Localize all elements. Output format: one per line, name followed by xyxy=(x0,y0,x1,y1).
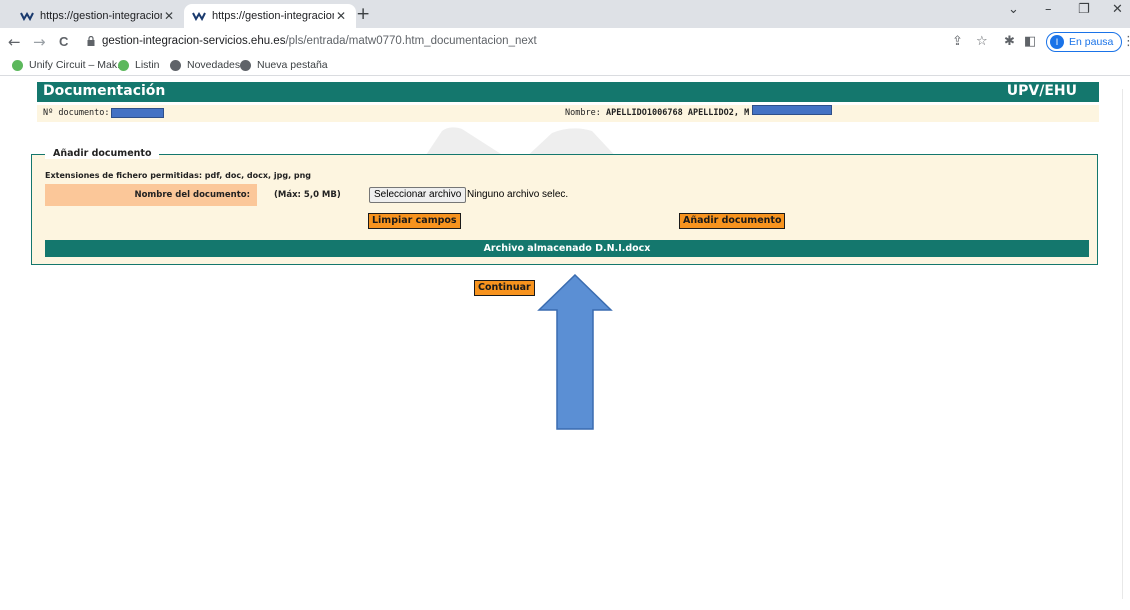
back-button[interactable]: ← xyxy=(8,33,21,51)
tab-title: https://gestion-integracion-servi xyxy=(40,10,162,22)
extensions-icon[interactable]: ✱ xyxy=(1004,34,1015,49)
select-file-button[interactable]: Seleccionar archivo xyxy=(369,187,467,203)
continue-button[interactable]: Continuar xyxy=(474,280,535,296)
ehu-favicon-icon xyxy=(20,10,34,22)
page-scrollbar[interactable] xyxy=(1120,77,1130,610)
user-info-bar: Nº documento: 1 Nombre: APELLIDO1006768 … xyxy=(37,105,1099,122)
page-content: Documentación UPV/EHU Nº documento: 1 No… xyxy=(0,77,1130,610)
forward-button[interactable]: → xyxy=(33,33,46,51)
bookmark-nueva-pestana[interactable]: Nueva pestaña xyxy=(240,59,328,71)
name-label: Nombre: xyxy=(565,108,601,118)
url-host: gestion-integracion-servicios.ehu.es xyxy=(102,35,286,47)
new-tab-button[interactable]: + xyxy=(356,4,370,24)
profile-avatar: I xyxy=(1050,35,1064,49)
browser-tab-2[interactable]: https://gestion-integracion-servi ✕ xyxy=(184,4,356,28)
org-name: UPV/EHU xyxy=(1006,83,1077,99)
tab-close-icon[interactable]: ✕ xyxy=(162,9,176,23)
restore-button[interactable]: ❐ xyxy=(1078,2,1090,17)
profile-status: En pausa xyxy=(1069,36,1114,48)
redaction-box xyxy=(111,108,164,118)
unify-icon xyxy=(12,59,23,71)
name-value: APELLIDO1006768 APELLIDO2, M xyxy=(605,108,750,118)
minimize-button[interactable]: – xyxy=(1045,2,1052,17)
file-status: Ninguno archivo selec. xyxy=(467,189,569,200)
ehu-favicon-icon xyxy=(192,10,206,22)
doc-name-label-cell: Nombre del documento: xyxy=(45,184,257,206)
bookmark-label: Novedades xyxy=(187,59,241,71)
bookmark-listin[interactable]: Listin xyxy=(118,59,160,71)
tab-title: https://gestion-integracion-servi xyxy=(212,10,334,22)
scrollbar-thumb[interactable] xyxy=(1122,89,1128,599)
bookmark-star-icon[interactable]: ☆ xyxy=(976,34,988,49)
url-text: gestion-integracion-servicios.ehu.es/pls… xyxy=(102,35,537,47)
bookmark-label: Listin xyxy=(135,59,160,71)
redaction-box xyxy=(752,105,832,115)
page-title: Documentación xyxy=(43,83,166,99)
bookmark-novedades[interactable]: Novedades xyxy=(170,59,240,71)
allowed-extensions: Extensiones de fichero permitidas: pdf, … xyxy=(45,171,312,180)
clear-fields-button[interactable]: Limpiar campos xyxy=(368,213,461,229)
listin-icon xyxy=(118,59,129,71)
lock-icon xyxy=(87,36,95,46)
bookmark-unify[interactable]: Unify Circuit – Mak... xyxy=(12,59,126,71)
doc-number-label: Nº documento: xyxy=(43,108,110,118)
side-panel-icon[interactable]: ◧ xyxy=(1024,34,1036,49)
stored-file-banner: Archivo almacenado D.N.I.docx xyxy=(45,240,1089,257)
tab-search-chevron-icon[interactable]: ⌄ xyxy=(1008,2,1019,17)
doc-number: Nº documento: 1 xyxy=(43,108,120,118)
tab-bar: https://gestion-integracion-servi ✕ http… xyxy=(0,0,1130,28)
reload-button[interactable]: C xyxy=(59,34,68,49)
bookmarks-bar: Unify Circuit – Mak... Listin Novedades … xyxy=(0,56,1130,76)
browser-toolbar: ← → C gestion-integracion-servicios.ehu.… xyxy=(0,28,1130,56)
add-document-button[interactable]: Añadir documento xyxy=(679,213,786,229)
add-document-legend: Añadir documento xyxy=(45,148,160,159)
close-window-button[interactable]: ✕ xyxy=(1112,2,1123,17)
share-icon[interactable]: ⇪ xyxy=(952,34,963,49)
address-bar[interactable]: gestion-integracion-servicios.ehu.es/pls… xyxy=(82,31,922,53)
bookmark-label: Nueva pestaña xyxy=(257,59,328,71)
menu-kebab-icon[interactable]: ⋮ xyxy=(1122,34,1130,49)
doc-name-label: Nombre del documento: xyxy=(134,190,250,200)
up-arrow-annotation-icon xyxy=(537,274,613,430)
max-size: (Máx: 5,0 MB) xyxy=(274,190,341,200)
page-header: Documentación UPV/EHU xyxy=(37,82,1099,102)
url-path: /pls/entrada/matw0770.htm_documentacion_… xyxy=(285,35,537,47)
bookmark-label: Unify Circuit – Mak... xyxy=(29,59,126,71)
novedades-icon xyxy=(170,59,181,71)
user-name: Nombre: APELLIDO1006768 APELLIDO2, M xyxy=(565,108,749,118)
browser-tab-1[interactable]: https://gestion-integracion-servi ✕ xyxy=(12,4,184,28)
globe-icon xyxy=(240,59,251,71)
tab-close-icon[interactable]: ✕ xyxy=(334,9,348,23)
profile-button[interactable]: I En pausa xyxy=(1046,32,1122,52)
